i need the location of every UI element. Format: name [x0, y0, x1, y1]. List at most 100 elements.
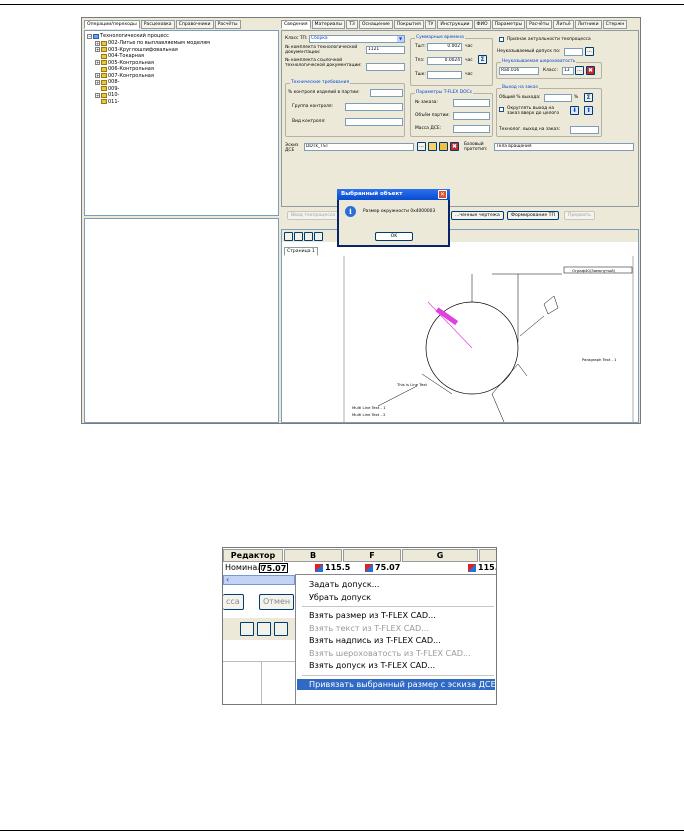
tree-item[interactable]: +009- [95, 86, 119, 92]
tab-coatings[interactable]: Покрытия [393, 20, 424, 29]
chevron-down-icon[interactable]: ▼ [397, 36, 404, 42]
control-pct-input[interactable] [370, 89, 403, 97]
class-input[interactable]: 13 [562, 67, 574, 75]
value-b[interactable]: 75.07 [259, 563, 289, 573]
control-type-input[interactable] [345, 118, 403, 126]
window-icon[interactable] [274, 622, 288, 636]
enter-process-button[interactable]: Ввод техпроцесса [287, 211, 340, 220]
value-g2[interactable]: 115. [478, 563, 496, 574]
menu-item[interactable]: Взять надпись из T-FLEX CAD... [309, 635, 441, 645]
total-pct-input[interactable] [544, 94, 572, 102]
tree-item[interactable]: +004-Токарная [95, 53, 144, 59]
menu-item[interactable]: Убрать допуск [309, 592, 371, 602]
tolerance-input[interactable] [564, 48, 583, 56]
sum-icon[interactable]: Σ [478, 55, 487, 64]
process-tree[interactable]: − Технологический процесс +002-Литье по … [84, 30, 279, 216]
tolerance-browse-button[interactable]: ... [585, 47, 594, 56]
tree-item[interactable]: +002-Литье по выплавляемым моделям [95, 40, 210, 46]
zoom-in-icon[interactable] [294, 232, 303, 241]
tshk-input[interactable] [427, 71, 462, 79]
control-group-input[interactable] [345, 103, 403, 111]
zoom-icon[interactable] [257, 622, 271, 636]
arrow-down-icon[interactable]: ⬇ [570, 106, 579, 115]
view-icon[interactable] [240, 622, 254, 636]
menu-item[interactable]: Привязать выбранный размер с эскиза ДСЕ [297, 678, 496, 690]
menu-item[interactable]: Взять допуск из T-FLEX CAD... [309, 660, 435, 670]
tab-fio[interactable]: ФИО [473, 20, 491, 29]
tab-workshops[interactable]: Расцеховка [140, 20, 175, 29]
cancel-button-fragment[interactable]: Отмен [259, 594, 295, 610]
expand-icon[interactable]: + [95, 73, 100, 78]
roughness-input[interactable]: Ra0.016 [499, 67, 539, 75]
ref-kit-input[interactable] [366, 63, 405, 71]
drawing-button[interactable]: ...ченные чертежа [451, 211, 504, 220]
tree-item[interactable]: +005-Контрольная [95, 60, 154, 66]
sum-icon-2[interactable]: Σ [584, 93, 593, 102]
tab-materials[interactable]: Материалы [311, 20, 346, 29]
value-g[interactable]: 75.07 [375, 563, 400, 574]
collapse-icon[interactable]: − [87, 33, 92, 39]
relevance-checkbox[interactable] [499, 37, 504, 42]
tree-item[interactable]: +007-Контрольная [95, 73, 154, 79]
sketch-input[interactable]: DDTk_TST [304, 143, 414, 151]
tab-instructions[interactable]: Инструкции [437, 20, 473, 29]
tab-casting[interactable]: Литьё [553, 20, 574, 29]
tab-tu[interactable]: ТУ [424, 20, 437, 29]
round-checkbox[interactable] [499, 107, 504, 112]
tab-cores[interactable]: Стержн [602, 20, 628, 29]
print-icon[interactable] [284, 232, 293, 241]
tree-item[interactable]: +003-Круглошлифовальная [95, 47, 178, 53]
tab-gates[interactable]: Литники [574, 20, 602, 29]
class-browse-button[interactable]: ... [575, 66, 584, 75]
process-button-fragment[interactable]: сса [223, 594, 244, 610]
tab-tz[interactable]: ТЗ [346, 20, 358, 29]
tab-calcs[interactable]: Расчёты [526, 20, 553, 29]
expand-icon[interactable]: + [95, 40, 100, 46]
scroll-left-icon[interactable]: ‹ [226, 575, 229, 584]
expand-icon[interactable]: + [95, 92, 100, 98]
close-icon[interactable]: ✕ [438, 190, 447, 199]
expand-icon[interactable]: + [95, 60, 100, 65]
tab-references[interactable]: Справочники [175, 20, 214, 29]
tpz-input[interactable]: 0.0024 [427, 57, 462, 65]
tree-item[interactable]: +010- [95, 92, 119, 98]
class-tp-select[interactable]: Сборка ▼ [309, 35, 405, 43]
expand-icon[interactable]: + [95, 47, 100, 52]
col-f-header[interactable]: F [343, 549, 401, 562]
tree-root[interactable]: − Технологический процесс [87, 33, 169, 39]
menu-item[interactable]: Взять текст из T-FLEX CAD... [309, 623, 429, 633]
sketch-browse-button[interactable]: ... [417, 142, 426, 151]
col-g-header[interactable]: G [402, 549, 478, 562]
techn-output-input[interactable] [570, 126, 599, 134]
image-icon[interactable] [439, 142, 448, 151]
drawing-viewer[interactable]: Страница 1 Ограф40(Замкнутый) Paragraph … [281, 229, 639, 423]
left-scrollbar[interactable]: ‹ [223, 575, 295, 585]
menu-item[interactable]: Взять шероховатость из T-FLEX CAD... [309, 648, 471, 658]
interrupt-button[interactable]: Прервать [564, 211, 596, 220]
arrow-up-icon[interactable]: ⬆ [584, 106, 593, 115]
batch-input[interactable] [453, 112, 490, 120]
zoom-window-icon[interactable] [304, 232, 313, 241]
tree-item[interactable]: +008- [95, 79, 119, 85]
tab-parameters[interactable]: Параметры [491, 20, 526, 29]
proto-input[interactable]: Тела вращения [494, 143, 634, 151]
order-input[interactable] [453, 99, 490, 107]
tab-calculations[interactable]: Расчёты [214, 20, 241, 29]
folder-icon[interactable] [428, 142, 437, 151]
tree-item[interactable]: +006-Контрольная [95, 66, 154, 72]
tab-equipment[interactable]: Оснащение [358, 20, 393, 29]
expand-icon[interactable]: + [95, 79, 100, 85]
menu-item[interactable]: Задать допуск... [309, 579, 379, 589]
ok-button[interactable]: OK [375, 232, 413, 241]
tab-operations[interactable]: Операции/переходы [84, 20, 140, 29]
delete-icon[interactable]: ✖ [586, 66, 595, 75]
page-tab[interactable]: Страница 1 [284, 247, 318, 256]
form-tp-button[interactable]: Формирование ТП [507, 211, 559, 220]
tree-item[interactable]: +011- [95, 99, 119, 105]
delete-sketch-icon[interactable]: ✖ [450, 142, 459, 151]
tsht-input[interactable]: 0.002 [427, 43, 462, 51]
zoom-fit-icon[interactable] [314, 232, 323, 241]
mass-input[interactable] [453, 125, 490, 133]
tab-info[interactable]: Сведения [281, 20, 311, 29]
value-f[interactable]: 115.5 [325, 563, 350, 574]
